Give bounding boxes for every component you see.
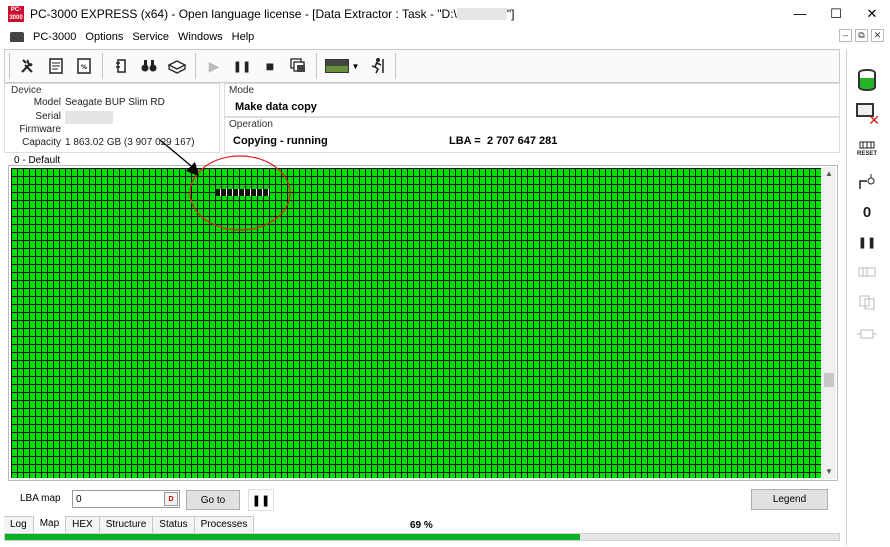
mdi-restore-button[interactable]: ⧉ — [855, 29, 868, 42]
scroll-up-icon[interactable]: ▲ — [822, 167, 836, 181]
redacted-path — [456, 8, 507, 21]
stop-task-icon[interactable]: ✕ — [853, 101, 881, 128]
device-group-label: Device — [11, 85, 42, 96]
device-capacity-row: Capacity 1 863.02 GB (3 907 029 167) — [5, 137, 221, 150]
tab-status[interactable]: Status — [153, 516, 195, 533]
runner-icon[interactable] — [363, 52, 391, 80]
unread-block-strip — [215, 189, 269, 196]
device-firmware-row: Firmware — [5, 124, 221, 137]
binoculars-icon[interactable] — [135, 52, 163, 80]
chevron-down-icon: ▼ — [351, 61, 360, 71]
bottom-tabs: Log Map HEX Structure Status Processes — [4, 516, 255, 534]
menu-bar: PC-3000 Options Service Windows Help – ⧉… — [0, 27, 890, 47]
tab-log[interactable]: Log — [4, 516, 34, 533]
sector-map[interactable]: ▲ ▼ — [8, 165, 838, 481]
scroll-down-icon[interactable]: ▼ — [822, 465, 836, 479]
zero-label: 0 — [862, 203, 872, 221]
menu-windows[interactable]: Windows — [178, 31, 223, 43]
progress-percent: 69 % — [410, 520, 433, 531]
window-controls: — ☐ ✕ — [782, 0, 890, 27]
lba-map-label: LBA map — [20, 493, 61, 504]
model-value: Seagate BUP Slim RD — [65, 97, 165, 108]
lba-map-controls: LBA map D Go to ❚❚ Legend — [8, 486, 838, 512]
tools-icon[interactable] — [14, 52, 42, 80]
main-toolbar: % ▶ ❚❚ ■ ▼ — [4, 49, 840, 83]
minimize-button[interactable]: — — [782, 0, 818, 27]
toolbar-separator — [195, 53, 196, 79]
tab-processes[interactable]: Processes — [194, 516, 255, 533]
sector-map-grid[interactable] — [11, 168, 821, 478]
lba-label: LBA = — [449, 135, 481, 147]
map-vertical-scrollbar[interactable]: ▲ ▼ — [822, 167, 836, 479]
mode-value: Make data copy — [235, 101, 317, 113]
device-serial-row: Serial — [5, 111, 221, 124]
right-toolbar: ✕ RESET 0 ❚❚ — [846, 49, 886, 545]
maximize-button[interactable]: ☐ — [818, 0, 854, 27]
screen-thumb-dropdown[interactable]: ▼ — [321, 52, 363, 80]
mdi-minimize-button[interactable]: – — [839, 29, 852, 42]
svg-text:%: % — [81, 64, 87, 71]
map-pause-button[interactable]: ❚❚ — [248, 489, 274, 511]
menu-service[interactable]: Service — [132, 31, 169, 43]
tab-map[interactable]: Map — [33, 516, 67, 534]
test-percent-icon[interactable]: % — [70, 52, 98, 80]
disk-icon[interactable] — [163, 52, 191, 80]
mdi-close-button[interactable]: ✕ — [871, 29, 884, 42]
toolbar-separator — [316, 53, 317, 79]
toolbar-separator — [9, 53, 10, 79]
model-label: Model — [33, 97, 61, 108]
progress-bar — [4, 533, 840, 541]
mode-group-label: Mode — [229, 85, 255, 96]
tab-hex[interactable]: HEX — [66, 516, 100, 533]
pause-icon[interactable]: ❚❚ — [228, 52, 256, 80]
connector-dim-icon[interactable] — [853, 321, 881, 347]
copy-windows-icon[interactable] — [284, 52, 312, 80]
config-icon[interactable] — [107, 52, 135, 80]
screen-thumb-icon — [324, 59, 349, 73]
close-button[interactable]: ✕ — [854, 0, 890, 27]
reset-button[interactable]: RESET — [853, 135, 881, 161]
menu-help[interactable]: Help — [232, 31, 255, 43]
menu-options[interactable]: Options — [85, 31, 123, 43]
reset-label: RESET — [856, 151, 877, 157]
stop-icon[interactable]: ■ — [256, 52, 284, 80]
legend-button[interactable]: Legend — [751, 489, 828, 510]
operation-group-label: Operation — [229, 119, 273, 130]
capacity-value: 1 863.02 GB (3 907 029 167) — [65, 137, 195, 148]
menu-pc3000[interactable]: PC-3000 — [33, 31, 76, 43]
zero-power-icon[interactable]: 0 — [853, 199, 881, 225]
mdi-controls: – ⧉ ✕ — [839, 29, 884, 42]
window-title-prefix: PC-3000 EXPRESS (x64) - Open language li… — [30, 6, 457, 21]
firmware-label: Firmware — [19, 124, 61, 135]
terminal-dim-icon[interactable] — [853, 259, 881, 285]
decimal-toggle-icon[interactable]: D — [164, 492, 178, 506]
window-title: PC-3000 EXPRESS (x64) - Open language li… — [30, 7, 514, 21]
capacity-label: Capacity — [22, 137, 61, 148]
toolbar-separator — [102, 53, 103, 79]
operation-group: Operation Copying - running LBA = 2 707 … — [224, 117, 840, 153]
redacted-serial — [65, 111, 113, 124]
progress-fill — [5, 534, 581, 540]
play-icon[interactable]: ▶ — [200, 52, 228, 80]
tab-structure[interactable]: Structure — [99, 516, 154, 533]
app-logo-icon: PC-3000 — [8, 5, 24, 22]
database-icon[interactable] — [853, 67, 881, 93]
sector-editor-icon[interactable] — [42, 52, 70, 80]
toolbar-separator — [395, 53, 396, 79]
device-group: Device Model Seagate BUP Slim RD Serial … — [4, 83, 220, 153]
sidebar-pause-icon[interactable]: ❚❚ — [853, 229, 881, 255]
pc3000-menu-icon — [10, 32, 24, 42]
power-connect-icon[interactable] — [853, 169, 881, 195]
info-panel: Device Model Seagate BUP Slim RD Serial … — [4, 83, 840, 153]
operation-status: Copying - running — [233, 135, 328, 147]
device-model-row: Model Seagate BUP Slim RD — [5, 97, 221, 110]
serial-label: Serial — [35, 111, 61, 122]
window-title-suffix: "] — [506, 6, 515, 21]
lba-value: 2 707 647 281 — [487, 135, 558, 147]
scroll-thumb[interactable] — [824, 373, 834, 387]
title-bar: PC-3000 PC-3000 EXPRESS (x64) - Open lan… — [0, 0, 890, 27]
copy-dim-icon[interactable] — [853, 289, 881, 315]
goto-button[interactable]: Go to — [186, 490, 240, 510]
mode-group: Mode Make data copy — [224, 83, 840, 117]
